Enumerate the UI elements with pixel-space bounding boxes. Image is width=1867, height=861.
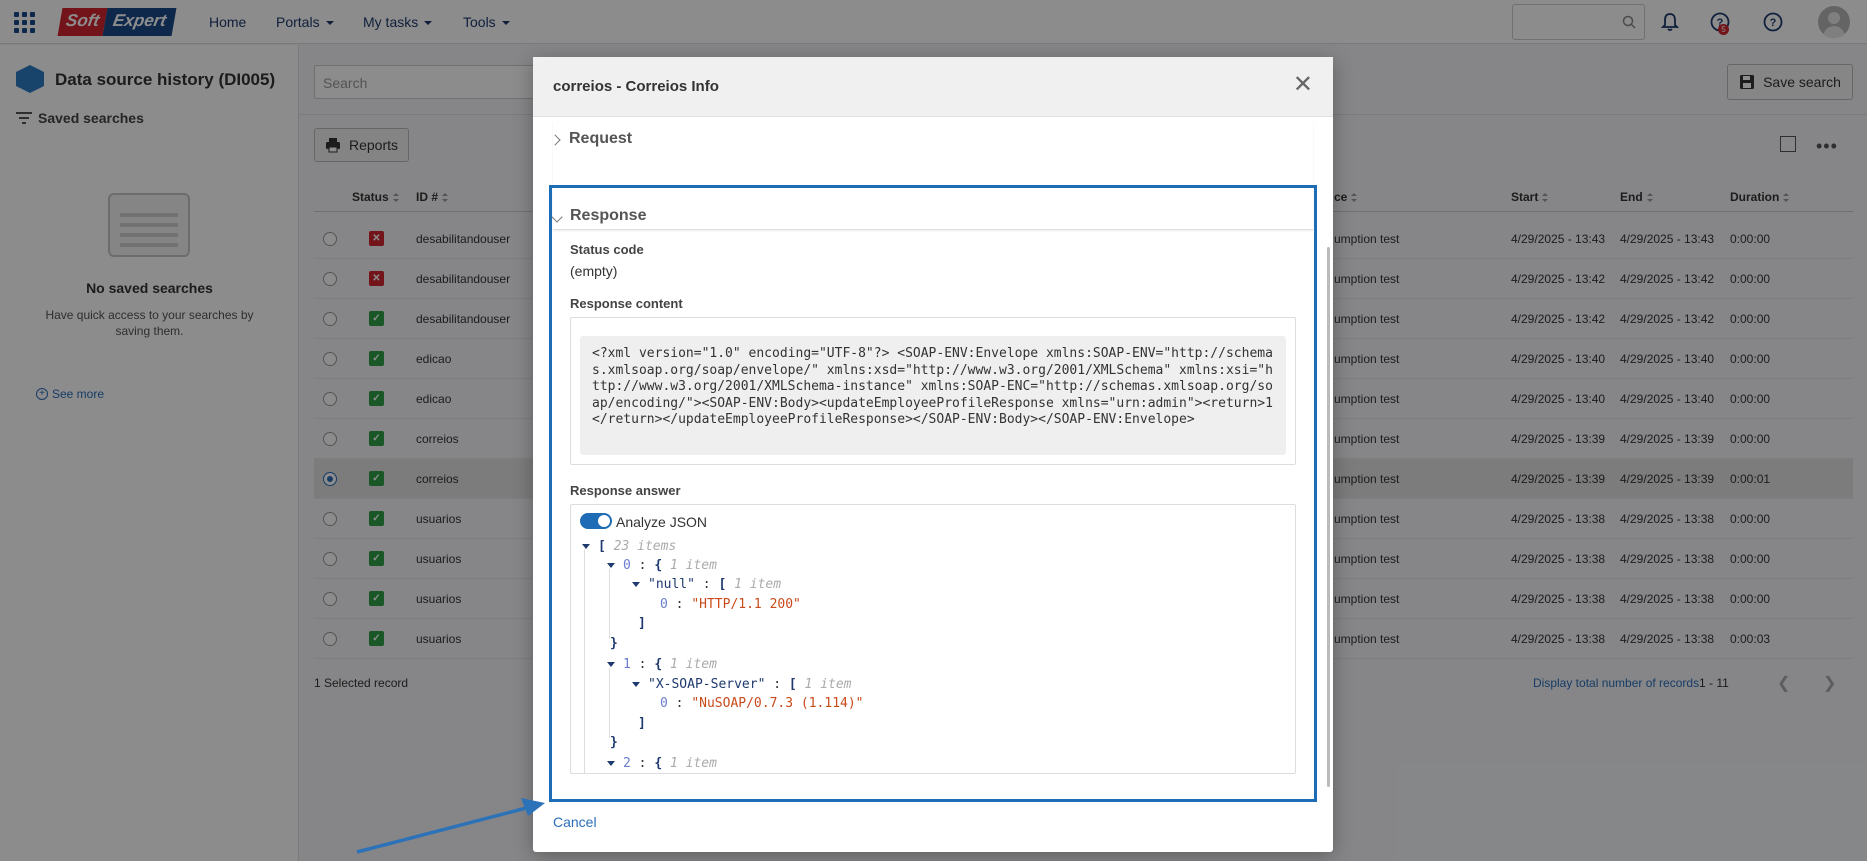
response-content-box: <?xml version="1.0" encoding="UTF-8"?> <… xyxy=(570,317,1296,465)
status-code-label: Status code xyxy=(570,242,644,257)
dialog-header: correios - Correios Info ✕ xyxy=(533,57,1333,117)
json-close-brace: } xyxy=(610,735,618,750)
json-key: "null" xyxy=(648,577,695,592)
json-root-count: 23 items xyxy=(613,539,677,554)
json-count: 1 item xyxy=(669,558,717,573)
json-index: 0 xyxy=(623,558,631,573)
json-index: 1 xyxy=(623,657,631,672)
analyze-json-toggle[interactable] xyxy=(580,513,612,529)
json-count: 1 item xyxy=(734,577,782,592)
json-guide xyxy=(609,569,610,639)
json-root-bracket: [ xyxy=(598,539,606,554)
json-item-0[interactable]: 0 : { 1 item xyxy=(607,558,717,573)
json-string-value: "NuSOAP/0.7.3 (1.114)" xyxy=(691,696,864,711)
json-close-bracket: ] xyxy=(638,716,646,731)
dialog-title: correios - Correios Info xyxy=(553,78,719,95)
response-answer-label: Response answer xyxy=(570,483,681,498)
collapse-icon xyxy=(582,544,590,549)
response-dialog: correios - Correios Info ✕ Request Respo… xyxy=(533,57,1333,852)
collapse-icon xyxy=(607,761,615,766)
response-title[interactable]: Response xyxy=(570,207,646,225)
json-key-null[interactable]: "null" : [ 1 item xyxy=(632,577,781,592)
json-key: "X-SOAP-Server" xyxy=(648,677,766,692)
json-value-row: 0 : "HTTP/1.1 200" xyxy=(660,597,801,612)
json-string-value: "HTTP/1.1 200" xyxy=(691,597,801,612)
response-content-label: Response content xyxy=(570,296,683,311)
request-title[interactable]: Request xyxy=(569,130,632,148)
json-item-1[interactable]: 1 : { 1 item xyxy=(607,657,717,672)
response-answer-box: Analyze JSON [ 23 items 0 : { 1 item "nu… xyxy=(570,504,1296,774)
json-count: 1 item xyxy=(804,677,852,692)
json-count: 1 item xyxy=(669,657,717,672)
close-icon[interactable]: ✕ xyxy=(1293,73,1313,97)
json-guide xyxy=(584,549,585,773)
json-index: 0 xyxy=(660,696,668,711)
status-code-value: (empty) xyxy=(570,263,618,279)
json-index: 2 xyxy=(623,756,631,771)
json-item-2[interactable]: 2 : { 1 item xyxy=(607,756,717,771)
dialog-scrollbar[interactable] xyxy=(1327,247,1330,787)
collapse-icon xyxy=(632,582,640,587)
json-root[interactable]: [ 23 items xyxy=(582,539,676,554)
json-value-row: 0 : "NuSOAP/0.7.3 (1.114)" xyxy=(660,696,864,711)
response-content-text[interactable]: <?xml version="1.0" encoding="UTF-8"?> <… xyxy=(580,336,1286,455)
analyze-json-label: Analyze JSON xyxy=(616,514,708,530)
collapse-icon xyxy=(607,563,615,568)
collapse-icon xyxy=(632,682,640,687)
json-close-bracket: ] xyxy=(638,616,646,631)
json-index: 0 xyxy=(660,597,668,612)
json-key-x-soap-server[interactable]: "X-SOAP-Server" : [ 1 item xyxy=(632,677,852,692)
json-close-brace: } xyxy=(610,636,618,651)
cancel-button[interactable]: Cancel xyxy=(553,814,597,830)
json-count: 1 item xyxy=(669,756,717,771)
json-guide xyxy=(609,668,610,738)
collapse-icon xyxy=(607,662,615,667)
